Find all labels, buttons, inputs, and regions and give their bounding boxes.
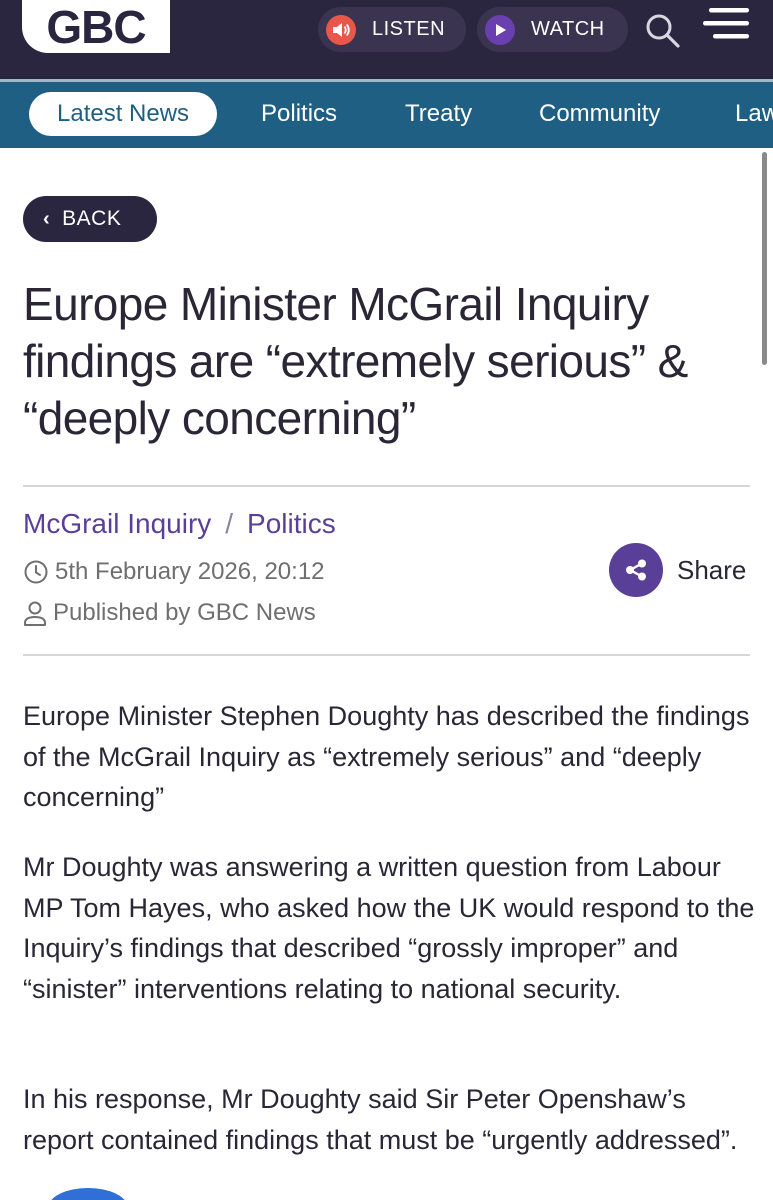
play-icon bbox=[485, 14, 515, 45]
article-date: 5th February 2026, 20:12 bbox=[23, 558, 325, 586]
top-header: GBC LISTEN WATCH bbox=[0, 0, 773, 79]
author-text: Published by GBC News bbox=[53, 599, 316, 626]
back-label: BACK bbox=[62, 207, 122, 230]
category-link-mcgrail-inquiry[interactable]: McGrail Inquiry bbox=[23, 508, 211, 539]
chevron-left-icon: ‹ bbox=[43, 207, 51, 230]
nav-tab-politics[interactable]: Politics bbox=[261, 92, 337, 136]
article-paragraph: In his response, Mr Doughty said Sir Pet… bbox=[23, 1084, 738, 1155]
category-nav: Latest News Politics Treaty Community La… bbox=[0, 79, 773, 148]
article-paragraph: Europe Minister Stephen Doughty has desc… bbox=[23, 701, 750, 812]
divider bbox=[23, 485, 750, 487]
divider bbox=[23, 654, 750, 656]
category-separator: / bbox=[225, 508, 234, 539]
listen-label: LISTEN bbox=[372, 18, 446, 40]
logo-text: GBC bbox=[46, 0, 146, 53]
back-button[interactable]: ‹ BACK bbox=[23, 196, 157, 242]
gbc-logo[interactable]: GBC bbox=[22, 0, 170, 53]
nav-tab-community[interactable]: Community bbox=[539, 92, 660, 136]
user-icon bbox=[24, 601, 46, 626]
floating-action-button[interactable] bbox=[48, 1188, 128, 1200]
watch-label: WATCH bbox=[531, 18, 605, 40]
share-icon bbox=[609, 543, 663, 597]
speaker-icon bbox=[326, 14, 356, 45]
hamburger-menu-icon[interactable] bbox=[703, 6, 751, 42]
clock-icon bbox=[24, 560, 48, 584]
article-categories: McGrail Inquiry / Politics bbox=[23, 508, 336, 540]
article-paragraph: Mr Doughty was answering a written quest… bbox=[23, 852, 755, 1004]
scrollbar[interactable] bbox=[762, 152, 767, 365]
date-text: 5th February 2026, 20:12 bbox=[55, 558, 325, 585]
share-button[interactable]: Share bbox=[609, 543, 746, 597]
search-icon[interactable] bbox=[644, 12, 682, 50]
category-link-politics[interactable]: Politics bbox=[247, 508, 336, 539]
article-title: Europe Minister McGrail Inquiry findings… bbox=[23, 278, 688, 444]
share-label: Share bbox=[677, 554, 747, 585]
article-author: Published by GBC News bbox=[23, 599, 316, 627]
listen-button[interactable]: LISTEN bbox=[318, 7, 466, 52]
nav-tab-treaty[interactable]: Treaty bbox=[405, 92, 472, 136]
nav-tab-law[interactable]: Law bbox=[735, 92, 773, 136]
nav-tab-latest-news[interactable]: Latest News bbox=[29, 92, 218, 136]
watch-button[interactable]: WATCH bbox=[477, 7, 628, 52]
